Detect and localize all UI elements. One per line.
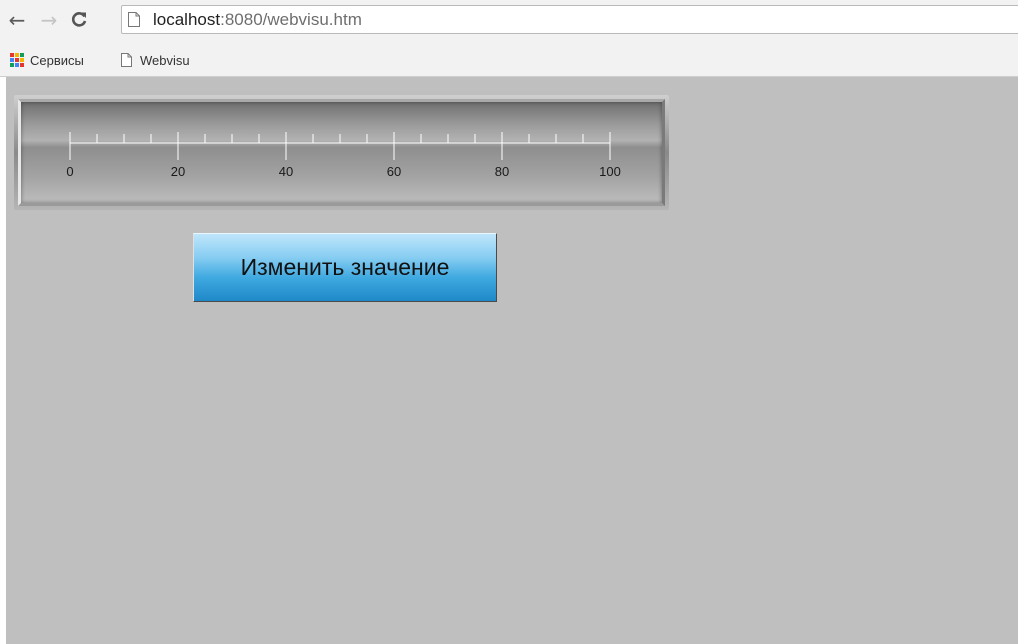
bookmark-label: Сервисы — [30, 52, 84, 68]
bookmark-apps[interactable]: Сервисы — [10, 51, 84, 69]
linear-scale: 0 20 40 60 80 100 — [18, 99, 665, 206]
back-arrow-icon[interactable]: ← — [6, 8, 28, 32]
bookmarks-bar: Сервисы Webvisu — [0, 42, 1018, 77]
visualization-area: 0 20 40 60 80 100 Изменить значение — [6, 77, 1018, 644]
url-path: :8080/webvisu.htm — [220, 10, 362, 29]
tick-label: 60 — [387, 164, 401, 179]
browser-toolbar: ← → localhost:8080/webvisu.htm — [0, 0, 1018, 42]
reload-icon[interactable] — [66, 8, 92, 32]
forward-arrow-icon[interactable]: → — [38, 8, 60, 32]
tick-label: 40 — [279, 164, 293, 179]
bookmark-webvisu[interactable]: Webvisu — [121, 51, 190, 69]
change-value-button[interactable]: Изменить значение — [193, 233, 497, 302]
page-icon — [121, 53, 132, 67]
tick-label: 0 — [66, 164, 73, 179]
scale-ticks: 0 20 40 60 80 100 — [66, 132, 621, 179]
tick-label: 100 — [599, 164, 621, 179]
apps-icon — [10, 53, 24, 67]
tick-label: 20 — [171, 164, 185, 179]
scale-frame: 0 20 40 60 80 100 — [14, 95, 669, 210]
address-bar[interactable]: localhost:8080/webvisu.htm — [121, 5, 1018, 34]
page-icon — [128, 12, 140, 27]
bookmark-label: Webvisu — [140, 52, 190, 68]
url-text: localhost:8080/webvisu.htm — [153, 10, 362, 30]
tick-label: 80 — [495, 164, 509, 179]
url-host: localhost — [153, 10, 221, 29]
